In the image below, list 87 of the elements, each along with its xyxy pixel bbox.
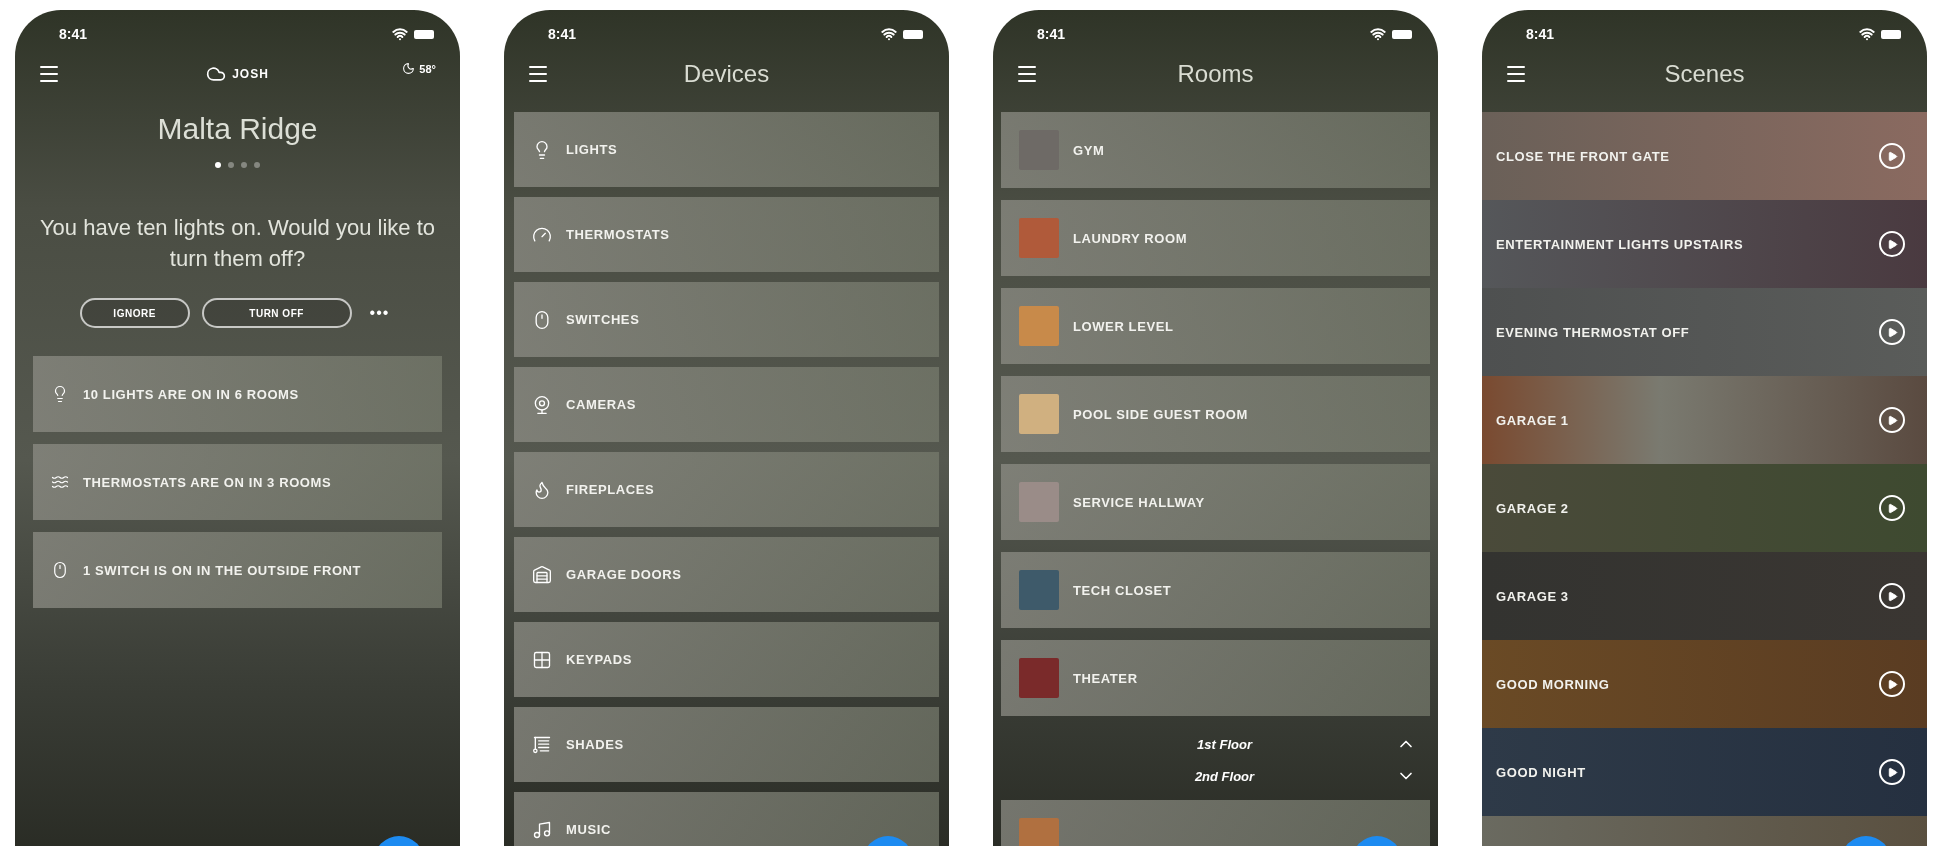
more-button[interactable]: ••• <box>363 304 396 322</box>
play-icon <box>1886 590 1898 602</box>
scene-row[interactable]: GARAGE 3 <box>1482 552 1927 640</box>
scene-row[interactable]: EVENING THERMOSTAT OFF <box>1482 288 1927 376</box>
device-row[interactable]: LIGHTS <box>514 112 939 187</box>
play-icon <box>1886 502 1898 514</box>
room-row[interactable]: SERVICE HALLWAY <box>1001 464 1430 540</box>
home-title: Malta Ridge <box>156 112 319 146</box>
room-photo <box>1019 306 1059 346</box>
scene-row[interactable]: ENTERTAINMENT LIGHTS UPSTAIRS <box>1482 200 1927 288</box>
scene-row[interactable]: GARAGE 2 <box>1482 464 1927 552</box>
floor-label[interactable]: 1st Floor <box>1053 736 1396 752</box>
room-photo <box>1019 394 1059 434</box>
screen-title: Scenes <box>1664 60 1745 88</box>
screen-title: Devices <box>683 60 770 88</box>
status-time: 8:41 <box>1526 26 1555 42</box>
music-note-icon <box>532 819 552 840</box>
moon-icon <box>402 62 416 75</box>
room-row[interactable]: TECH CLOSET <box>1001 552 1430 628</box>
room-row[interactable]: LAUNDRY ROOM <box>1001 200 1430 276</box>
scene-row[interactable]: GARAGE 1 <box>1482 376 1927 464</box>
room-photo <box>1019 818 1059 846</box>
room-photo <box>1019 218 1059 258</box>
play-button[interactable] <box>1879 495 1905 521</box>
page-dot[interactable] <box>228 162 234 168</box>
room-row[interactable]: GYM <box>1001 112 1430 188</box>
cloud-icon <box>206 64 227 84</box>
battery-icon <box>414 29 434 39</box>
page-dot[interactable] <box>215 162 221 168</box>
device-row[interactable]: GARAGE DOORS <box>514 537 939 612</box>
waves-icon <box>51 473 69 491</box>
device-row[interactable]: FIREPLACES <box>514 452 939 527</box>
play-button[interactable] <box>1879 231 1905 257</box>
device-row[interactable]: MUSIC <box>514 792 939 846</box>
page-dot[interactable] <box>254 162 260 168</box>
wifi-icon <box>392 26 408 42</box>
play-button[interactable] <box>1879 583 1905 609</box>
play-button[interactable] <box>1879 319 1905 345</box>
status-card[interactable]: THERMOSTATS ARE ON IN 3 ROOMS <box>33 444 442 520</box>
battery-icon <box>903 29 923 39</box>
status-time: 8:41 <box>1037 26 1066 42</box>
play-button[interactable] <box>1879 407 1905 433</box>
action-button[interactable]: IGNORE <box>79 298 190 328</box>
battery-icon <box>1392 29 1412 39</box>
page-dot[interactable] <box>241 162 247 168</box>
temperature: 58° <box>419 62 436 75</box>
room-row[interactable]: LOWER LEVEL <box>1001 288 1430 364</box>
status-card[interactable]: 1 SWITCH IS ON IN THE OUTSIDE FRONT <box>33 532 442 608</box>
status-time: 8:41 <box>59 26 88 42</box>
play-icon <box>1886 766 1898 778</box>
device-row[interactable]: SHADES <box>514 707 939 782</box>
battery-icon <box>1881 29 1901 39</box>
device-row[interactable]: THERMOSTATS <box>514 197 939 272</box>
user-name: JOSH <box>232 67 269 81</box>
wifi-icon <box>1859 26 1875 42</box>
webcam-icon <box>532 394 552 415</box>
play-icon <box>1886 326 1898 338</box>
device-row[interactable]: CAMERAS <box>514 367 939 442</box>
play-button[interactable] <box>1879 759 1905 785</box>
room-row[interactable]: THEATER <box>1001 640 1430 716</box>
mouse-icon <box>51 561 69 579</box>
mouse-icon <box>532 309 552 330</box>
status-card[interactable]: 10 LIGHTS ARE ON IN 6 ROOMS <box>33 356 442 432</box>
scene-row[interactable]: GOOD MORNING <box>1482 640 1927 728</box>
action-button[interactable]: TURN OFF <box>201 298 352 328</box>
blinds-icon <box>532 734 552 755</box>
room-row[interactable]: POOL SIDE GUEST ROOM <box>1001 376 1430 452</box>
scene-row[interactable]: GOOD NIGHT <box>1482 728 1927 816</box>
wifi-icon <box>1370 26 1386 42</box>
play-icon <box>1886 238 1898 250</box>
status-time: 8:41 <box>548 26 577 42</box>
warehouse-icon <box>532 564 552 585</box>
play-icon <box>1886 150 1898 162</box>
wifi-icon <box>881 26 897 42</box>
suggestion-message: You have ten lights on. Would you like to turn them off? <box>38 214 436 273</box>
play-button[interactable] <box>1879 671 1905 697</box>
scene-row[interactable]: CLOSE THE FRONT GATE <box>1482 112 1927 200</box>
room-photo <box>1019 482 1059 522</box>
room-photo <box>1019 570 1059 610</box>
room-photo <box>1019 658 1059 698</box>
grid-icon <box>532 649 552 670</box>
device-row[interactable]: SWITCHES <box>514 282 939 357</box>
screen-title: Rooms <box>1177 60 1254 88</box>
play-icon <box>1886 678 1898 690</box>
device-row[interactable]: KEYPADS <box>514 622 939 697</box>
play-icon <box>1886 414 1898 426</box>
floor-label[interactable]: 2nd Floor <box>1053 768 1396 784</box>
